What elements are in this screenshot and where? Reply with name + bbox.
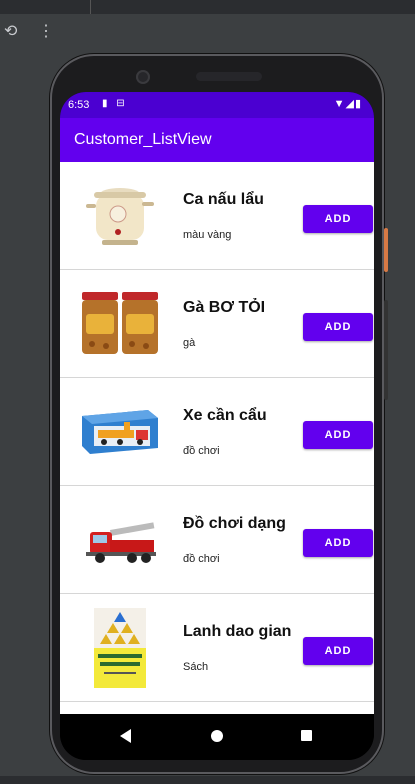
device-screen: 6:53 ▮ ⊟ ▼◢▮ Customer_ListView Ca nấu lẩ… bbox=[60, 92, 374, 760]
product-description: gà bbox=[183, 337, 196, 349]
product-description: Sách bbox=[183, 661, 209, 673]
product-description: màu vàng bbox=[183, 229, 232, 241]
notification-icons: ▮ ⊟ bbox=[102, 98, 128, 109]
add-button[interactable]: ADD bbox=[303, 421, 373, 449]
hot-pot-image bbox=[80, 180, 160, 252]
add-button[interactable]: ADD bbox=[303, 313, 373, 341]
product-description: đồ chơi bbox=[183, 445, 220, 457]
crane-truck-toy-image bbox=[80, 396, 160, 468]
add-button[interactable]: ADD bbox=[303, 205, 373, 233]
list-item[interactable]: Xe cần cẩu đồ chơi ADD bbox=[60, 378, 374, 486]
add-button[interactable]: ADD bbox=[303, 637, 373, 665]
navigation-bar bbox=[60, 714, 374, 760]
power-button[interactable] bbox=[384, 228, 388, 272]
add-button[interactable]: ADD bbox=[303, 529, 373, 557]
product-name: Lanh dao gian don bbox=[183, 623, 292, 640]
list-item[interactable]: Ca nấu lẩu màu vàng ADD bbox=[60, 162, 374, 270]
ide-tab-divider bbox=[90, 0, 91, 14]
product-name: Đồ chơi dạng mô hình bbox=[183, 515, 286, 532]
home-icon[interactable] bbox=[211, 730, 223, 742]
garlic-chicken-jars-image bbox=[80, 288, 160, 360]
list-item[interactable]: Đồ chơi dạng mô hình đồ chơi ADD bbox=[60, 486, 374, 594]
rerun-icon[interactable]: ⟲ bbox=[4, 22, 17, 42]
wifi-signal-battery-icon: ▼◢▮ bbox=[333, 98, 362, 110]
status-bar: 6:53 ▮ ⊟ ▼◢▮ bbox=[60, 92, 374, 118]
more-options-icon[interactable]: ⋮ bbox=[38, 22, 54, 42]
list-item[interactable]: Lanh dao gian don Sách ADD bbox=[60, 594, 374, 702]
fire-truck-model-image bbox=[80, 504, 160, 576]
product-name: Xe cần cẩu bbox=[183, 407, 267, 424]
ide-toolbar: ⟲ ⋮ bbox=[0, 14, 415, 50]
ide-status-strip bbox=[0, 776, 415, 784]
product-description: đồ chơi bbox=[183, 553, 220, 565]
product-name: Ca nấu lẩu bbox=[183, 191, 264, 208]
volume-button[interactable] bbox=[384, 300, 388, 400]
status-time: 6:53 bbox=[68, 99, 90, 111]
ide-top-bar bbox=[0, 0, 415, 15]
recents-icon[interactable] bbox=[301, 730, 312, 741]
list-item[interactable]: Gà BƠ TỎI gà ADD bbox=[60, 270, 374, 378]
product-list[interactable]: Ca nấu lẩu màu vàng ADD Gà BƠ TỎI gà ADD bbox=[60, 162, 374, 714]
front-camera bbox=[136, 70, 150, 84]
app-bar: Customer_ListView bbox=[60, 118, 374, 162]
earpiece-speaker bbox=[196, 72, 262, 81]
product-name: Gà BƠ TỎI bbox=[183, 299, 266, 316]
app-title: Customer_ListView bbox=[74, 131, 212, 148]
back-icon[interactable] bbox=[120, 729, 131, 743]
book-cover-image bbox=[80, 608, 160, 688]
